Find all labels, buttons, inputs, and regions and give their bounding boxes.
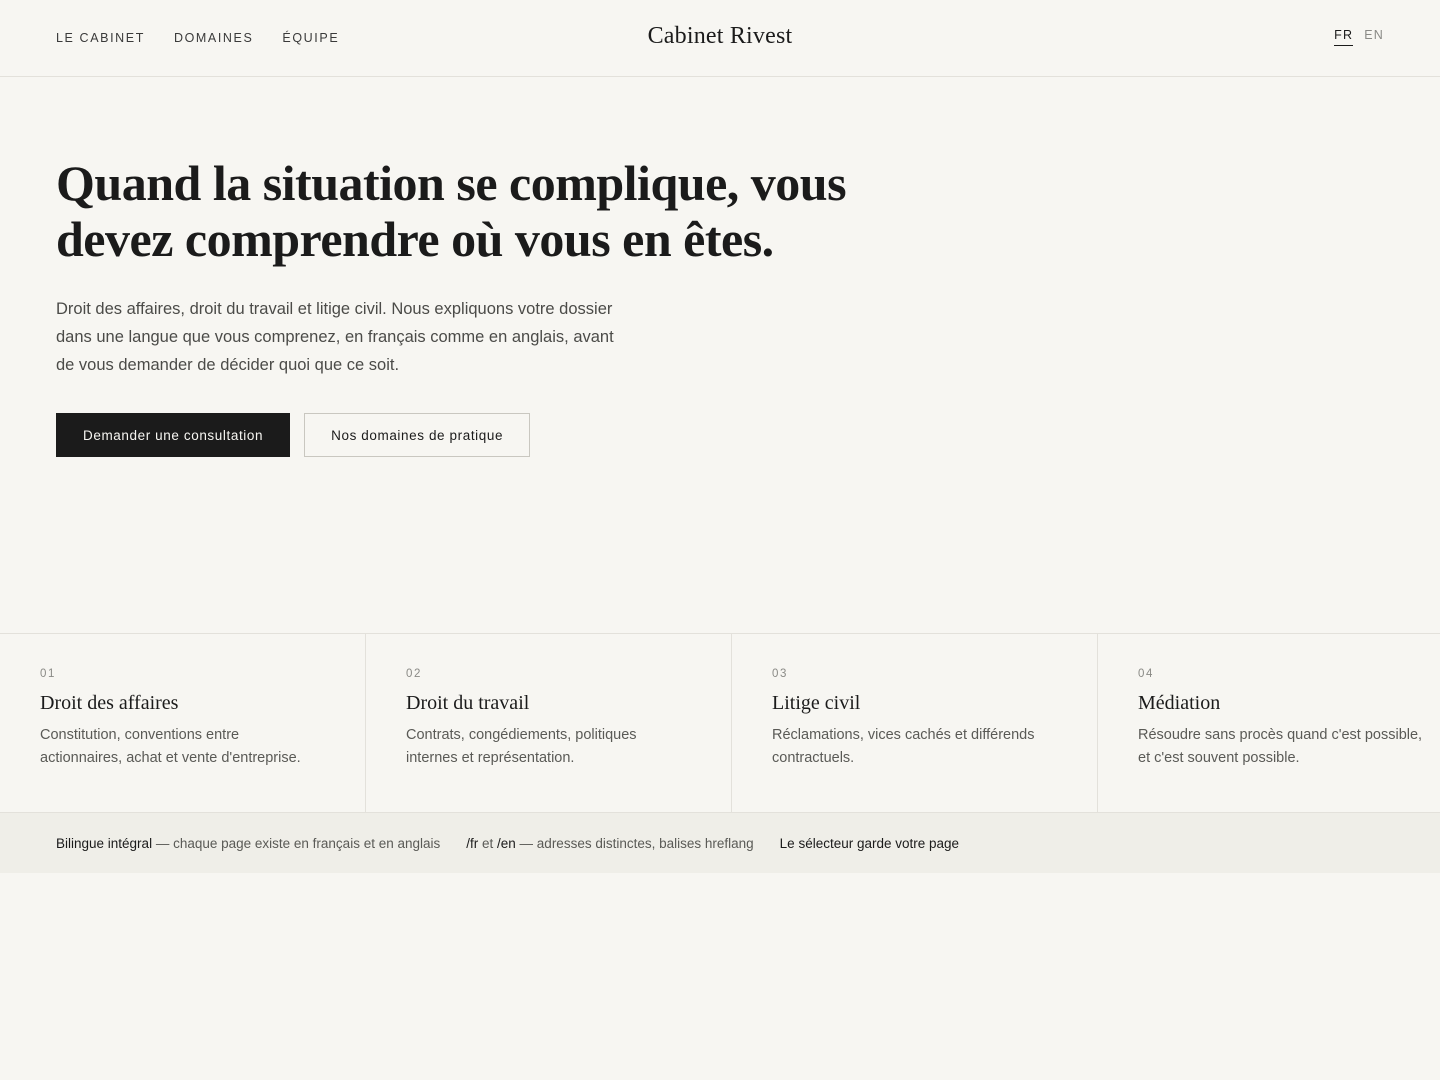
info-item-selector: Le sélecteur garde votre page — [780, 836, 959, 851]
info-strong: Bilingue intégral — [56, 835, 153, 851]
practice-grid: 01 Droit des affaires Constitution, conv… — [0, 633, 1440, 813]
nav-link-le-cabinet[interactable]: LE CABINET — [56, 31, 145, 45]
practice-areas-button[interactable]: Nos domaines de pratique — [304, 413, 531, 457]
info-item-bilingual: Bilingue intégral — chaque page existe e… — [56, 836, 440, 851]
practice-card-affaires[interactable]: 01 Droit des affaires Constitution, conv… — [0, 634, 366, 812]
card-title: Droit du travail — [406, 692, 530, 714]
nav-link-domaines[interactable]: DOMAINES — [174, 31, 253, 45]
request-consultation-button[interactable]: Demander une consultation — [56, 413, 291, 457]
info-path-en: /en — [497, 835, 516, 851]
info-text: et — [478, 835, 498, 851]
hero-title: Quand la situation se complique, vous de… — [56, 155, 847, 267]
info-path-fr: /fr — [466, 835, 479, 851]
card-desc: Résoudre sans procès quand c'est possibl… — [1138, 727, 1423, 766]
info-item-urls: /fr et /en — adresses distinctes, balise… — [466, 836, 753, 851]
brand-logo[interactable]: Cabinet Rivest — [648, 23, 793, 50]
info-strong: Le sélecteur garde votre page — [779, 835, 960, 851]
card-desc: Contrats, congédiements, politiques inte… — [406, 727, 637, 766]
card-number: 04 — [1138, 668, 1154, 680]
card-title: Médiation — [1138, 692, 1221, 714]
practice-card-mediation[interactable]: 04 Médiation Résoudre sans procès quand … — [1098, 634, 1440, 812]
card-title: Droit des affaires — [40, 692, 179, 714]
card-number: 01 — [40, 668, 56, 680]
card-number: 02 — [406, 668, 422, 680]
info-text: — adresses distinctes, balises hreflang — [515, 835, 754, 851]
card-desc: Constitution, conventions entre actionna… — [40, 727, 301, 766]
lang-fr[interactable]: FR — [1334, 28, 1354, 46]
hero-lead: Droit des affaires, droit du travail et … — [56, 300, 614, 374]
info-text: — chaque page existe en français et en a… — [152, 835, 441, 851]
card-title: Litige civil — [772, 692, 861, 714]
card-number: 03 — [772, 668, 788, 680]
card-desc: Réclamations, vices cachés et différends… — [772, 727, 1035, 766]
lang-en[interactable]: EN — [1364, 28, 1384, 46]
practice-card-litige[interactable]: 03 Litige civil Réclamations, vices cach… — [732, 634, 1098, 812]
practice-card-travail[interactable]: 02 Droit du travail Contrats, congédieme… — [366, 634, 732, 812]
info-strip: Bilingue intégral — chaque page existe e… — [0, 813, 1440, 873]
hero: Quand la situation se complique, vous de… — [0, 77, 1440, 633]
main-nav: LE CABINET DOMAINES ÉQUIPE — [56, 31, 339, 45]
language-switcher: FR EN — [1334, 28, 1384, 46]
nav-link-equipe[interactable]: ÉQUIPE — [282, 31, 339, 45]
hero-actions: Demander une consultation Nos domaines d… — [56, 413, 1384, 457]
site-header: LE CABINET DOMAINES ÉQUIPE Cabinet Rives… — [0, 0, 1440, 77]
